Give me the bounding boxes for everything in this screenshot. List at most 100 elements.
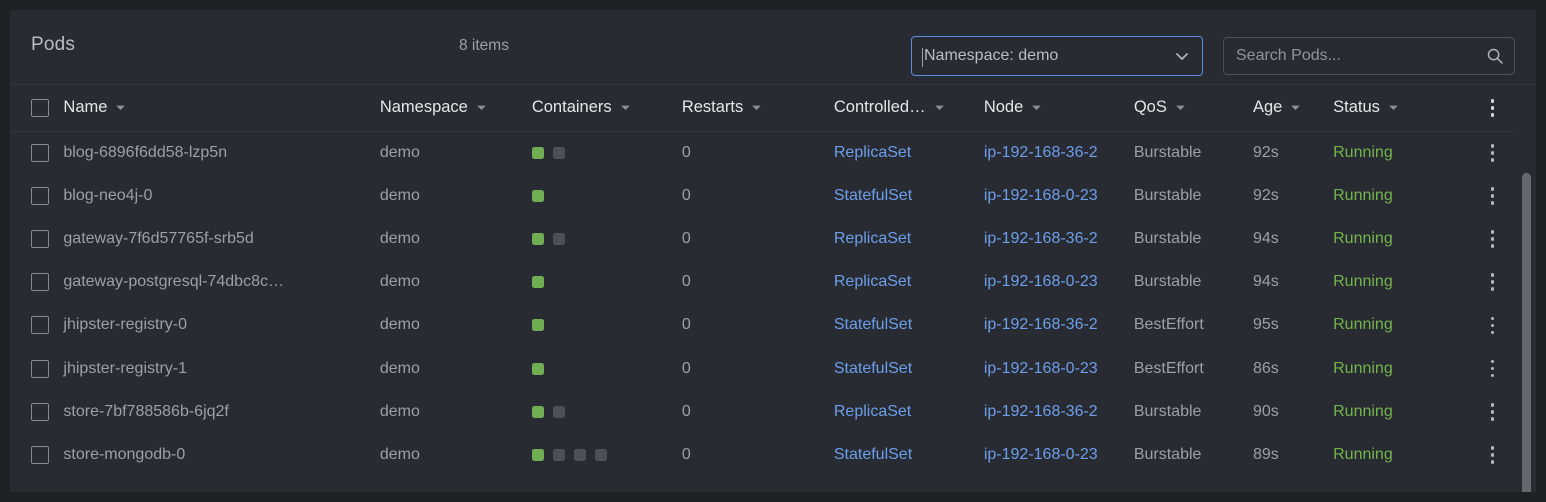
container-status-running-icon[interactable]: [532, 363, 544, 375]
cell-namespace: demo: [380, 261, 532, 304]
search-input[interactable]: [1236, 38, 1486, 74]
kebab-menu-icon[interactable]: [1472, 360, 1513, 378]
node-link[interactable]: ip-192-168-0-23: [984, 446, 1098, 463]
row-checkbox[interactable]: [31, 316, 49, 334]
controlled-by-link[interactable]: StatefulSet: [834, 316, 912, 333]
table-row[interactable]: gateway-postgresql-74dbc8c…demo0ReplicaS…: [10, 261, 1513, 304]
row-checkbox[interactable]: [31, 187, 49, 205]
container-status-running-icon[interactable]: [532, 190, 544, 202]
pods-table-body: blog-6896f6dd58-lzp5ndemo0ReplicaSetip-1…: [10, 131, 1513, 477]
pods-panel: Pods 8 items Namespace: demo: [10, 10, 1536, 492]
namespace-filter-select[interactable]: Namespace: demo: [911, 36, 1203, 76]
container-status-stopped-icon[interactable]: [553, 406, 565, 418]
column-header-restarts[interactable]: Restarts: [682, 85, 834, 131]
node-link[interactable]: ip-192-168-0-23: [984, 360, 1098, 377]
sort-caret-icon[interactable]: [475, 101, 488, 114]
sort-caret-icon[interactable]: [750, 101, 763, 114]
row-checkbox[interactable]: [31, 446, 49, 464]
kebab-menu-icon[interactable]: [1472, 187, 1513, 205]
sort-caret-icon[interactable]: [114, 101, 127, 114]
row-checkbox[interactable]: [31, 273, 49, 291]
cell-qos: Burstable: [1134, 390, 1253, 433]
cell-containers: [532, 433, 682, 476]
pods-table-scroll-area: Name Namespace Contain: [10, 84, 1536, 492]
select-all-checkbox[interactable]: [31, 99, 49, 117]
table-row[interactable]: jhipster-registry-1demo0StatefulSetip-19…: [10, 347, 1513, 390]
table-options-menu[interactable]: [1472, 85, 1513, 131]
sort-caret-icon[interactable]: [1030, 101, 1043, 114]
table-row[interactable]: store-7bf788586b-6jq2fdemo0ReplicaSetip-…: [10, 390, 1513, 433]
table-row[interactable]: blog-neo4j-0demo0StatefulSetip-192-168-0…: [10, 174, 1513, 217]
table-row[interactable]: gateway-7f6d57765f-srb5ddemo0ReplicaSeti…: [10, 217, 1513, 260]
sort-caret-icon[interactable]: [1387, 101, 1400, 114]
table-row[interactable]: jhipster-registry-0demo0StatefulSetip-19…: [10, 304, 1513, 347]
sort-caret-icon[interactable]: [1174, 101, 1187, 114]
status-badge: Running: [1333, 347, 1472, 390]
pods-toolbar: Pods 8 items Namespace: demo: [10, 10, 1536, 84]
chevron-down-icon[interactable]: [1172, 46, 1192, 66]
cell-containers: [532, 347, 682, 390]
vertical-scrollbar-thumb[interactable]: [1522, 173, 1531, 492]
node-link[interactable]: ip-192-168-0-23: [984, 273, 1098, 290]
container-status-stopped-icon[interactable]: [574, 449, 586, 461]
cell-namespace: demo: [380, 347, 532, 390]
column-header-name[interactable]: Name: [63, 85, 379, 131]
search-icon[interactable]: [1486, 47, 1504, 65]
container-status-running-icon[interactable]: [532, 406, 544, 418]
column-header-age[interactable]: Age: [1253, 85, 1333, 131]
node-link[interactable]: ip-192-168-36-2: [984, 144, 1098, 161]
controlled-by-link[interactable]: ReplicaSet: [834, 144, 911, 161]
container-status-running-icon[interactable]: [532, 449, 544, 461]
node-link[interactable]: ip-192-168-0-23: [984, 187, 1098, 204]
node-link[interactable]: ip-192-168-36-2: [984, 316, 1098, 333]
table-row[interactable]: store-mongodb-0demo0StatefulSetip-192-16…: [10, 433, 1513, 476]
row-options-menu[interactable]: [1472, 174, 1513, 217]
kebab-menu-icon[interactable]: [1472, 99, 1513, 117]
row-checkbox[interactable]: [31, 144, 49, 162]
kebab-menu-icon[interactable]: [1472, 403, 1513, 421]
row-checkbox[interactable]: [31, 403, 49, 421]
container-status-running-icon[interactable]: [532, 147, 544, 159]
row-options-menu[interactable]: [1472, 261, 1513, 304]
row-checkbox[interactable]: [31, 230, 49, 248]
column-header-qos[interactable]: QoS: [1134, 85, 1253, 131]
column-header-controlled-by[interactable]: Controlled…: [834, 85, 984, 131]
search-pods-box[interactable]: [1223, 37, 1515, 75]
node-link[interactable]: ip-192-168-36-2: [984, 230, 1098, 247]
container-status-running-icon[interactable]: [532, 319, 544, 331]
table-row[interactable]: blog-6896f6dd58-lzp5ndemo0ReplicaSetip-1…: [10, 131, 1513, 174]
row-options-menu[interactable]: [1472, 347, 1513, 390]
sort-caret-icon[interactable]: [933, 101, 946, 114]
kebab-menu-icon[interactable]: [1472, 317, 1513, 335]
controlled-by-link[interactable]: ReplicaSet: [834, 273, 911, 290]
row-options-menu[interactable]: [1472, 304, 1513, 347]
container-status-stopped-icon[interactable]: [553, 233, 565, 245]
row-options-menu[interactable]: [1472, 131, 1513, 174]
column-header-namespace[interactable]: Namespace: [380, 85, 532, 131]
kebab-menu-icon[interactable]: [1472, 273, 1513, 291]
controlled-by-link[interactable]: StatefulSet: [834, 360, 912, 377]
controlled-by-link[interactable]: StatefulSet: [834, 446, 912, 463]
container-status-running-icon[interactable]: [532, 276, 544, 288]
row-checkbox[interactable]: [31, 360, 49, 378]
container-status-stopped-icon[interactable]: [595, 449, 607, 461]
cell-controlled-by: StatefulSet: [834, 174, 984, 217]
sort-caret-icon[interactable]: [619, 101, 632, 114]
row-options-menu[interactable]: [1472, 217, 1513, 260]
kebab-menu-icon[interactable]: [1472, 446, 1513, 464]
controlled-by-link[interactable]: ReplicaSet: [834, 230, 911, 247]
row-options-menu[interactable]: [1472, 433, 1513, 476]
container-status-stopped-icon[interactable]: [553, 147, 565, 159]
column-header-containers[interactable]: Containers: [532, 85, 682, 131]
container-status-stopped-icon[interactable]: [553, 449, 565, 461]
kebab-menu-icon[interactable]: [1472, 230, 1513, 248]
column-header-node[interactable]: Node: [984, 85, 1134, 131]
column-header-status[interactable]: Status: [1333, 85, 1472, 131]
container-status-running-icon[interactable]: [532, 233, 544, 245]
kebab-menu-icon[interactable]: [1472, 144, 1513, 162]
sort-caret-icon[interactable]: [1289, 101, 1302, 114]
controlled-by-link[interactable]: ReplicaSet: [834, 403, 911, 420]
node-link[interactable]: ip-192-168-36-2: [984, 403, 1098, 420]
row-options-menu[interactable]: [1472, 390, 1513, 433]
controlled-by-link[interactable]: StatefulSet: [834, 187, 912, 204]
